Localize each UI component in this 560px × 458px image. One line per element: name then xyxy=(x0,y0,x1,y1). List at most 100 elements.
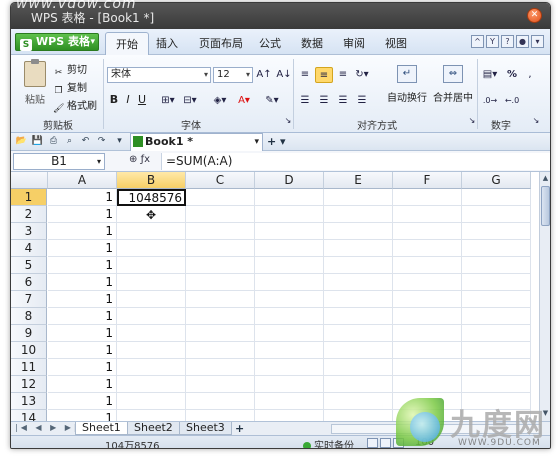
cut-button[interactable]: ✂ 剪切 xyxy=(53,61,87,79)
cell-g10[interactable] xyxy=(462,342,531,359)
row-header-7[interactable]: 7 xyxy=(11,291,47,308)
cell-a12[interactable]: 1 xyxy=(48,376,117,393)
copy-button[interactable]: ❐ 复制 xyxy=(53,79,87,97)
cell-a7[interactable]: 1 xyxy=(48,291,117,308)
align-top-icon[interactable]: ≡ xyxy=(296,67,314,83)
cell-f6[interactable] xyxy=(393,274,462,291)
print-icon[interactable]: ⎙ xyxy=(47,135,60,148)
cell-a6[interactable]: 1 xyxy=(48,274,117,291)
cell-e7[interactable] xyxy=(324,291,393,308)
row-header-12[interactable]: 12 xyxy=(11,376,47,393)
cell-c9[interactable] xyxy=(186,325,255,342)
cell-b12[interactable] xyxy=(117,376,186,393)
font-name-select[interactable]: 宋体 ▾ xyxy=(107,67,211,83)
cell-a11[interactable]: 1 xyxy=(48,359,117,376)
user-icon[interactable]: ● xyxy=(516,35,529,48)
row-header-3[interactable]: 3 xyxy=(11,223,47,240)
fx-icon[interactable]: ƒx xyxy=(141,154,150,165)
tab-insert[interactable]: 插入 xyxy=(156,35,178,51)
cell-b11[interactable] xyxy=(117,359,186,376)
worksheet-grid[interactable]: A B C D E F G 1 1 1048576 2 1 3 1 4 1 5 1 6 1 7 1 8 1 9 1 10 1 11 1 12… xyxy=(11,172,539,421)
cell-g4[interactable] xyxy=(462,240,531,257)
cell-e5[interactable] xyxy=(324,257,393,274)
comma-style-icon[interactable]: , xyxy=(521,67,539,83)
shrink-font-icon[interactable]: A↓ xyxy=(275,67,293,83)
cell-e11[interactable] xyxy=(324,359,393,376)
cell-c2[interactable] xyxy=(186,206,255,223)
dialog-launcher-icon[interactable]: ↘ xyxy=(279,113,297,129)
row-header-8[interactable]: 8 xyxy=(11,308,47,325)
cell-b13[interactable] xyxy=(117,393,186,410)
cell-d8[interactable] xyxy=(255,308,324,325)
print-preview-icon[interactable]: ⌕ xyxy=(63,135,76,148)
normal-view-icon[interactable] xyxy=(367,438,378,448)
cell-d11[interactable] xyxy=(255,359,324,376)
text-direction-icon[interactable]: ↻▾ xyxy=(353,67,371,83)
increase-decimal-icon[interactable]: .0→ xyxy=(481,93,499,109)
cell-f7[interactable] xyxy=(393,291,462,308)
row-header-6[interactable]: 6 xyxy=(11,274,47,291)
cell-b14[interactable] xyxy=(117,410,186,421)
merge-center-button[interactable]: ⇔ 合并居中 xyxy=(431,65,475,104)
cell-f3[interactable] xyxy=(393,223,462,240)
add-sheet-icon[interactable]: + xyxy=(235,422,244,435)
scroll-up-icon[interactable]: ▲ xyxy=(541,174,550,184)
new-tab-icon[interactable]: + ▾ xyxy=(267,135,286,148)
row-header-5[interactable]: 5 xyxy=(11,257,47,274)
column-header-b[interactable]: B xyxy=(117,172,186,189)
name-box[interactable]: B1 ▾ xyxy=(13,153,105,170)
cell-f1[interactable] xyxy=(393,189,462,206)
row-header-11[interactable]: 11 xyxy=(11,359,47,376)
align-bottom-icon[interactable]: ≡ xyxy=(334,67,352,83)
format-painter-button[interactable]: 🖌 格式刷 xyxy=(53,97,97,115)
cell-b6[interactable] xyxy=(117,274,186,291)
cell-g9[interactable] xyxy=(462,325,531,342)
cell-c4[interactable] xyxy=(186,240,255,257)
customize-toolbar-icon[interactable]: ▾ xyxy=(113,135,126,148)
cell-d1[interactable] xyxy=(255,189,324,206)
cell-e3[interactable] xyxy=(324,223,393,240)
active-cell[interactable]: 1048576 xyxy=(117,189,186,206)
document-tab[interactable]: Book1 * ▾ xyxy=(130,133,263,151)
cell-c5[interactable] xyxy=(186,257,255,274)
fill-color-icon[interactable]: ◈▾ xyxy=(211,93,229,109)
cell-g5[interactable] xyxy=(462,257,531,274)
font-size-select[interactable]: 12 ▾ xyxy=(213,67,253,83)
wrap-text-button[interactable]: ↵ 自动换行 xyxy=(385,65,429,104)
sheet-navigation-icons[interactable]: |◀ ◀ ▶ ▶| xyxy=(15,423,80,432)
sheet-tab-3[interactable]: Sheet3 xyxy=(179,422,232,435)
page-layout-view-icon[interactable] xyxy=(380,438,391,448)
cell-f2[interactable] xyxy=(393,206,462,223)
row-header-14[interactable]: 14 xyxy=(11,410,47,421)
save-icon[interactable]: 💾 xyxy=(31,135,44,148)
cell-b10[interactable] xyxy=(117,342,186,359)
cell-g2[interactable] xyxy=(462,206,531,223)
cell-e8[interactable] xyxy=(324,308,393,325)
dialog-launcher-icon[interactable]: ↘ xyxy=(527,113,545,129)
cell-b3[interactable] xyxy=(117,223,186,240)
cell-e1[interactable] xyxy=(324,189,393,206)
dialog-launcher-icon[interactable]: ↘ xyxy=(463,113,481,129)
cell-c7[interactable] xyxy=(186,291,255,308)
cell-d13[interactable] xyxy=(255,393,324,410)
cell-f12[interactable] xyxy=(393,376,462,393)
underline-button[interactable]: U xyxy=(135,93,149,106)
wps-app-button[interactable]: S WPS 表格 ▾ xyxy=(15,33,99,51)
cell-f10[interactable] xyxy=(393,342,462,359)
tab-home[interactable]: 开始 xyxy=(105,32,149,56)
align-middle-icon[interactable]: ≡ xyxy=(315,67,333,83)
number-format-icon[interactable]: ▤▾ xyxy=(481,67,499,83)
cell-e6[interactable] xyxy=(324,274,393,291)
cell-c8[interactable] xyxy=(186,308,255,325)
paste-button[interactable]: 粘贴 xyxy=(19,59,51,106)
clear-format-icon[interactable]: ✎▾ xyxy=(263,93,281,109)
zoom-formula-icon[interactable]: ⊕ xyxy=(129,154,137,165)
cell-d3[interactable] xyxy=(255,223,324,240)
bold-button[interactable]: B xyxy=(107,93,121,106)
cell-d4[interactable] xyxy=(255,240,324,257)
cell-f11[interactable] xyxy=(393,359,462,376)
decrease-decimal-icon[interactable]: ←.0 xyxy=(503,93,521,109)
cell-c10[interactable] xyxy=(186,342,255,359)
font-color-icon[interactable]: A▾ xyxy=(235,93,253,109)
align-left-icon[interactable]: ☰ xyxy=(296,93,314,109)
